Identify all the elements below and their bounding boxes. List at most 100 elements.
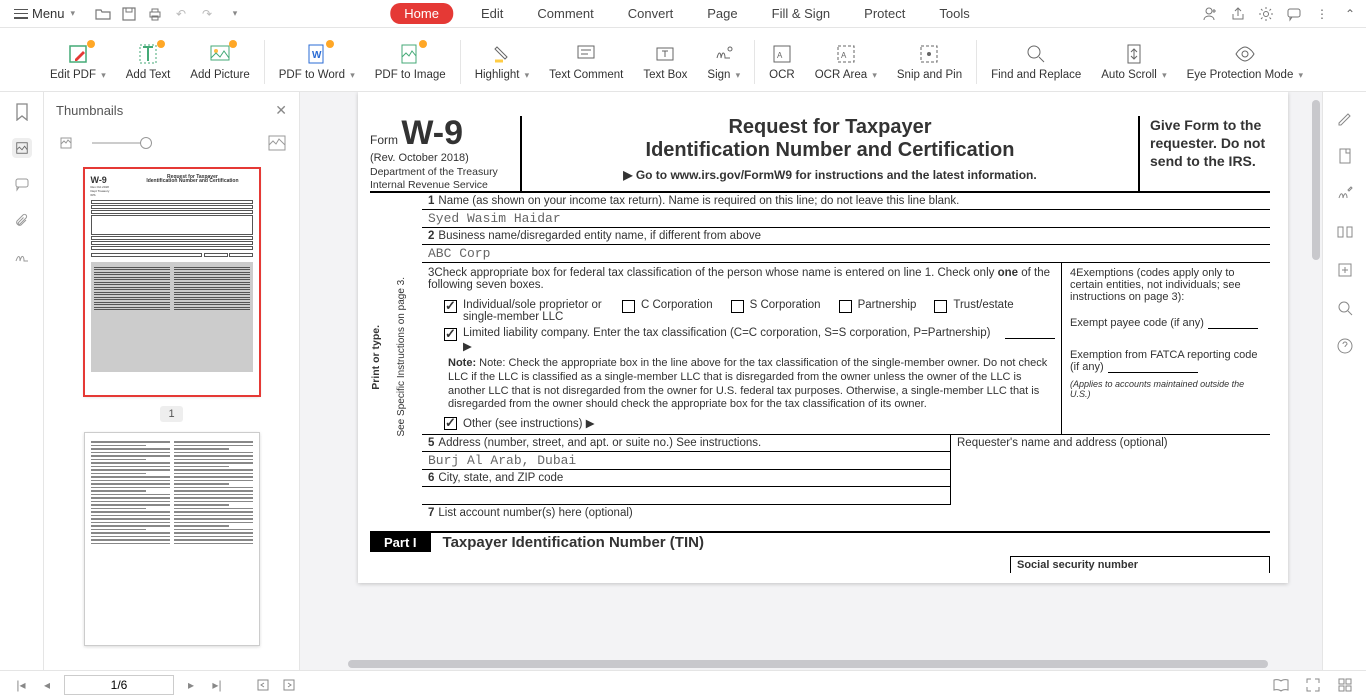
- line2-label: Business name/disregarded entity name, i…: [438, 230, 761, 242]
- thumbnails-tools: [44, 128, 299, 158]
- tab-page[interactable]: Page: [701, 4, 743, 23]
- menu-button[interactable]: Menu ▾: [8, 4, 81, 23]
- statusbar: |◂ ◂ ▸ ▸|: [0, 670, 1366, 698]
- ribbon-auto-scroll[interactable]: Auto Scroll ▾: [1091, 43, 1176, 81]
- fatca-input[interactable]: [1108, 361, 1198, 373]
- tab-fillsign[interactable]: Fill & Sign: [766, 4, 837, 23]
- tab-convert[interactable]: Convert: [622, 4, 680, 23]
- ribbon-ocr[interactable]: AOCR: [759, 43, 805, 81]
- feedback-icon[interactable]: [1286, 6, 1302, 22]
- line5-value[interactable]: Burj Al Arab, Dubai: [422, 452, 950, 470]
- prev-view-icon[interactable]: [254, 676, 272, 694]
- ribbon-edit-pdf[interactable]: Edit PDF ▾: [40, 43, 116, 81]
- ribbon-pdf-to-word[interactable]: WPDF to Word ▾: [269, 43, 365, 81]
- ribbon-add-picture[interactable]: Add Picture: [180, 43, 259, 81]
- grid-icon[interactable]: [1336, 676, 1354, 694]
- next-page-icon[interactable]: ▸: [182, 676, 200, 694]
- requester-box[interactable]: Requester's name and address (optional): [950, 435, 1270, 505]
- line1-value[interactable]: Syed Wasim Haidar: [422, 210, 1270, 228]
- ribbon-ocr-area[interactable]: AOCR Area ▾: [805, 43, 887, 81]
- vertical-scrollbar[interactable]: [1312, 100, 1320, 662]
- main-area: Thumbnails ✕ W-9Rev Oct 2018Dept Treasur…: [0, 92, 1366, 670]
- checkbox-other[interactable]: [444, 417, 457, 430]
- user-add-icon[interactable]: [1202, 6, 1218, 22]
- llc-class-input[interactable]: [1005, 327, 1055, 339]
- attachment-icon[interactable]: [12, 210, 32, 230]
- line3-note: Note: Check the appropriate box in the l…: [448, 357, 1047, 410]
- thumbnail-page-2[interactable]: [84, 432, 260, 646]
- tab-edit[interactable]: Edit: [475, 4, 509, 23]
- ribbon-text-box[interactable]: Text Box: [633, 43, 697, 81]
- ribbon-pdf-to-image[interactable]: PDF to Image: [365, 43, 456, 81]
- comment-icon[interactable]: [12, 174, 32, 194]
- part1-title: Taxpayer Identification Number (TIN): [443, 534, 704, 551]
- next-view-icon[interactable]: [280, 676, 298, 694]
- print-icon[interactable]: [147, 6, 163, 22]
- thumbnail-zoom-slider[interactable]: [92, 142, 152, 144]
- page-tool-icon[interactable]: [1335, 146, 1355, 166]
- tab-protect[interactable]: Protect: [858, 4, 911, 23]
- checkbox-individual[interactable]: [444, 300, 457, 313]
- compress-tool-icon[interactable]: [1335, 260, 1355, 280]
- qat-more-icon[interactable]: ▾: [227, 6, 243, 22]
- undo-icon[interactable]: ↶: [173, 6, 189, 22]
- titlebar: Menu ▾ ↶ ↷ ▾ Home Edit Comment Convert P…: [0, 0, 1366, 28]
- checkbox-scorp[interactable]: [731, 300, 744, 313]
- prev-page-icon[interactable]: ◂: [38, 676, 56, 694]
- horizontal-scrollbar[interactable]: [308, 660, 1308, 668]
- line7-label: List account number(s) here (optional): [438, 507, 632, 519]
- checkbox-trust[interactable]: [934, 300, 947, 313]
- thumbnails-icon[interactable]: [12, 138, 32, 158]
- page-number-input[interactable]: [64, 675, 174, 695]
- first-page-icon[interactable]: |◂: [12, 676, 30, 694]
- help-tool-icon[interactable]: [1335, 336, 1355, 356]
- share-icon[interactable]: [1230, 6, 1246, 22]
- ribbon-snip-and-pin[interactable]: Snip and Pin: [887, 43, 972, 81]
- ribbon-eye-protection-mode[interactable]: Eye Protection Mode ▾: [1177, 43, 1313, 81]
- thumbnails-title: Thumbnails: [56, 103, 123, 118]
- line3-label-a: Check appropriate box for federal tax cl…: [434, 267, 997, 279]
- close-icon[interactable]: ✕: [275, 102, 287, 119]
- ribbon-highlight[interactable]: Highlight ▾: [465, 43, 539, 81]
- form-goto: ▶ Go to www.irs.gov/FormW9 for instructi…: [530, 168, 1130, 182]
- chevron-down-icon: ▾: [71, 8, 76, 19]
- redo-icon[interactable]: ↷: [199, 6, 215, 22]
- save-icon[interactable]: [121, 6, 137, 22]
- fullscreen-icon[interactable]: [1304, 676, 1322, 694]
- last-page-icon[interactable]: ▸|: [208, 676, 226, 694]
- checkbox-partnership[interactable]: [839, 300, 852, 313]
- sign-tool-icon[interactable]: [1335, 184, 1355, 204]
- line4-label: Exemptions (codes apply only to certain …: [1070, 267, 1241, 303]
- ribbon: Edit PDF ▾Add TextAdd Picture WPDF to Wor…: [0, 28, 1366, 92]
- thumbnail-page-1[interactable]: W-9Rev Oct 2018Dept TreasuryIRS Request …: [84, 168, 260, 396]
- svg-text:A: A: [777, 51, 783, 60]
- thumb-large-icon[interactable]: [267, 133, 287, 153]
- signature-icon[interactable]: [12, 246, 32, 266]
- checkbox-llc[interactable]: [444, 328, 457, 341]
- thumbnails-panel: Thumbnails ✕ W-9Rev Oct 2018Dept Treasur…: [44, 92, 300, 670]
- line2-value[interactable]: ABC Corp: [422, 245, 1270, 263]
- line6-value[interactable]: [422, 487, 950, 505]
- ribbon-sign[interactable]: Sign ▾: [697, 43, 750, 81]
- give-form: Give Form to the requester. Do not send …: [1150, 116, 1270, 171]
- tab-home[interactable]: Home: [390, 3, 453, 24]
- ribbon-add-text[interactable]: Add Text: [116, 43, 181, 81]
- more-icon[interactable]: ⋮: [1314, 6, 1330, 22]
- open-icon[interactable]: [95, 6, 111, 22]
- checkbox-ccorp[interactable]: [622, 300, 635, 313]
- document-viewport[interactable]: Form W-9 (Rev. October 2018) Department …: [300, 92, 1322, 670]
- search-tool-icon[interactable]: [1335, 298, 1355, 318]
- exempt-payee-input[interactable]: [1208, 317, 1258, 329]
- tab-comment[interactable]: Comment: [531, 4, 599, 23]
- tab-tools[interactable]: Tools: [933, 4, 975, 23]
- collapse-ribbon-icon[interactable]: ⌃: [1342, 6, 1358, 22]
- thumbnails-list[interactable]: W-9Rev Oct 2018Dept TreasuryIRS Request …: [44, 158, 299, 670]
- split-tool-icon[interactable]: [1335, 222, 1355, 242]
- bookmark-icon[interactable]: [12, 102, 32, 122]
- ribbon-text-comment[interactable]: Text Comment: [539, 43, 633, 81]
- ribbon-find-and-replace[interactable]: Find and Replace: [981, 43, 1091, 81]
- read-mode-icon[interactable]: [1272, 676, 1290, 694]
- thumb-small-icon[interactable]: [56, 133, 76, 153]
- gear-icon[interactable]: [1258, 6, 1274, 22]
- edit-tool-icon[interactable]: [1335, 108, 1355, 128]
